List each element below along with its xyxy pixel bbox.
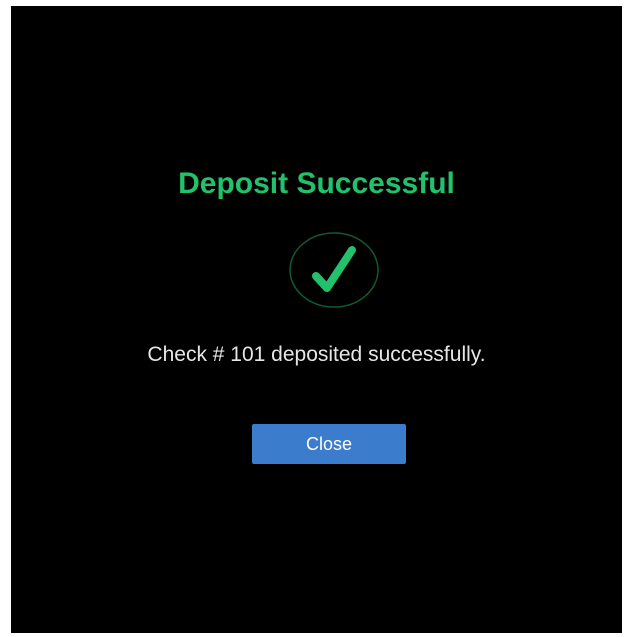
- close-button[interactable]: Close: [252, 424, 406, 464]
- dialog-title: Deposit Successful: [178, 167, 455, 200]
- success-dialog: Deposit Successful Check # 101 deposited…: [11, 6, 622, 633]
- checkmark-icon: [289, 232, 379, 308]
- dialog-message: Check # 101 deposited successfully.: [147, 343, 486, 366]
